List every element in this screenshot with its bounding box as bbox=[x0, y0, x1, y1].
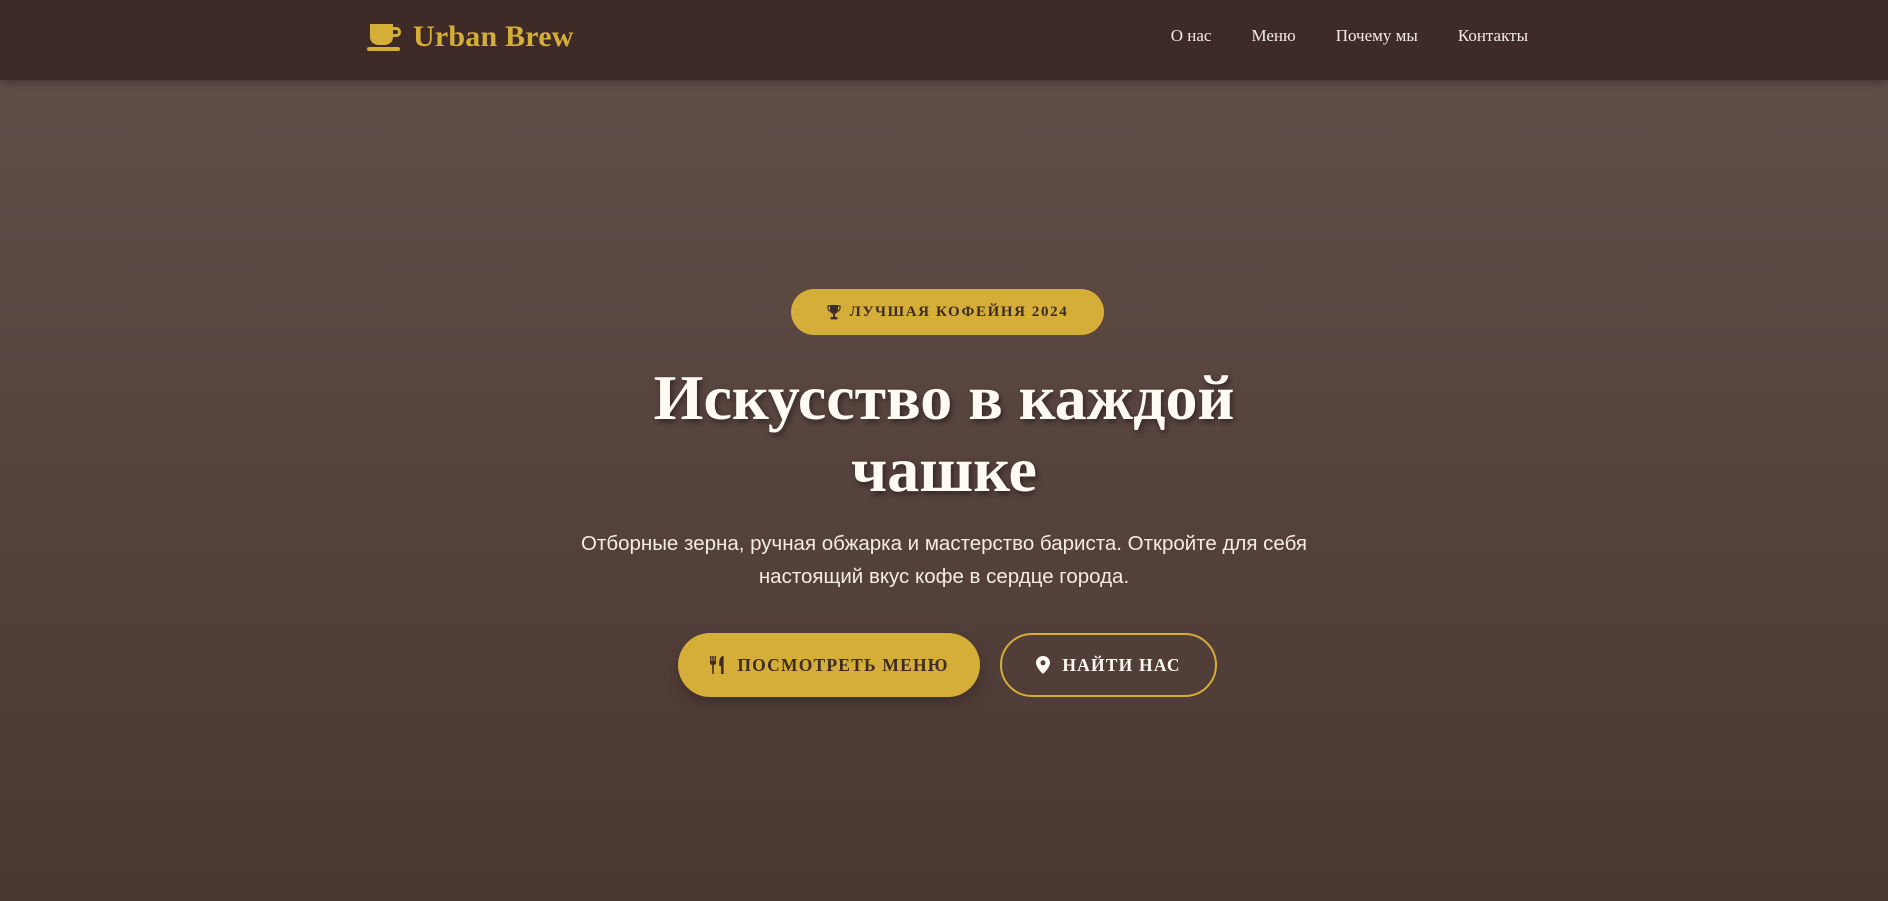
hero-subtitle-line2: настоящий вкус кофе в сердце города. bbox=[758, 565, 1130, 588]
nav-link-why-us[interactable]: Почему мы bbox=[1336, 26, 1418, 45]
hero-subtitle-line1: Отборные зерна, ручная обжарка и мастерс… bbox=[581, 532, 1307, 555]
coffee-cup-icon bbox=[367, 22, 403, 52]
view-menu-label: ПОСМОТРЕТЬ МЕНЮ bbox=[737, 654, 949, 675]
trophy-icon bbox=[827, 304, 841, 320]
find-us-label: НАЙТИ НАС bbox=[1062, 654, 1181, 675]
nav-link-about[interactable]: О нас bbox=[1171, 26, 1212, 45]
nav-item: О нас bbox=[1171, 26, 1212, 46]
view-menu-button[interactable]: ПОСМОТРЕТЬ МЕНЮ bbox=[678, 633, 980, 697]
utensils-icon bbox=[709, 656, 725, 674]
brand-name: Urban Brew bbox=[413, 20, 574, 53]
nav-item: Контакты bbox=[1458, 26, 1528, 46]
hero-title-line1: Искусство в каждой bbox=[653, 362, 1235, 433]
nav-item: Меню bbox=[1251, 26, 1295, 46]
badge-label: ЛУЧШАЯ КОФЕЙНЯ 2024 bbox=[849, 303, 1069, 320]
map-pin-icon bbox=[1036, 656, 1051, 674]
nav-link-contacts[interactable]: Контакты bbox=[1458, 26, 1528, 45]
navbar: Urban Brew О нас Меню Почему мы Контакты bbox=[0, 0, 1888, 80]
nav-link-menu[interactable]: Меню bbox=[1251, 26, 1295, 45]
award-badge: ЛУЧШАЯ КОФЕЙНЯ 2024 bbox=[791, 289, 1104, 335]
hero-title: Искусство в каждой чашке bbox=[544, 362, 1344, 506]
hero-title-line2: чашке bbox=[851, 434, 1037, 505]
find-us-button[interactable]: НАЙТИ НАС bbox=[1000, 633, 1217, 697]
nav-item: Почему мы bbox=[1336, 26, 1418, 46]
brand-logo[interactable]: Urban Brew bbox=[367, 19, 574, 55]
nav-menu: О нас Меню Почему мы Контакты bbox=[1171, 26, 1528, 46]
hero-subtitle: Отборные зерна, ручная обжарка и мастерс… bbox=[544, 527, 1344, 593]
